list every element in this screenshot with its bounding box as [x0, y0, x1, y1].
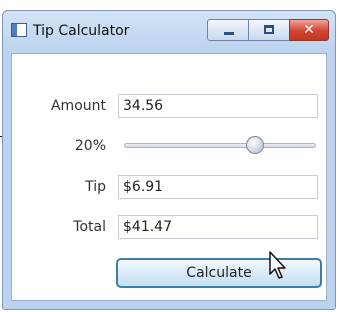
slider-thumb[interactable] — [245, 136, 264, 154]
tip-percent-slider[interactable] — [124, 136, 316, 154]
maximize-button[interactable] — [248, 19, 290, 41]
total-label: Total — [73, 219, 106, 235]
amount-label: Amount — [50, 98, 106, 114]
title-bar: Tip Calculator ✕ — [3, 11, 335, 53]
app-icon — [11, 23, 27, 37]
percent-label: 20% — [74, 138, 106, 154]
minimize-button[interactable] — [207, 19, 249, 41]
close-button[interactable]: ✕ — [289, 19, 329, 41]
tip-field[interactable]: $6.91 — [118, 175, 318, 199]
calculate-button[interactable]: Calculate — [116, 258, 322, 288]
window-title: Tip Calculator — [33, 23, 130, 39]
slider-track — [124, 143, 316, 148]
mouse-pointer-icon — [269, 251, 286, 279]
close-icon: ✕ — [303, 22, 315, 38]
tip-label: Tip — [85, 179, 106, 195]
total-field[interactable]: $41.47 — [118, 215, 318, 239]
amount-field[interactable]: 34.56 — [118, 94, 318, 118]
